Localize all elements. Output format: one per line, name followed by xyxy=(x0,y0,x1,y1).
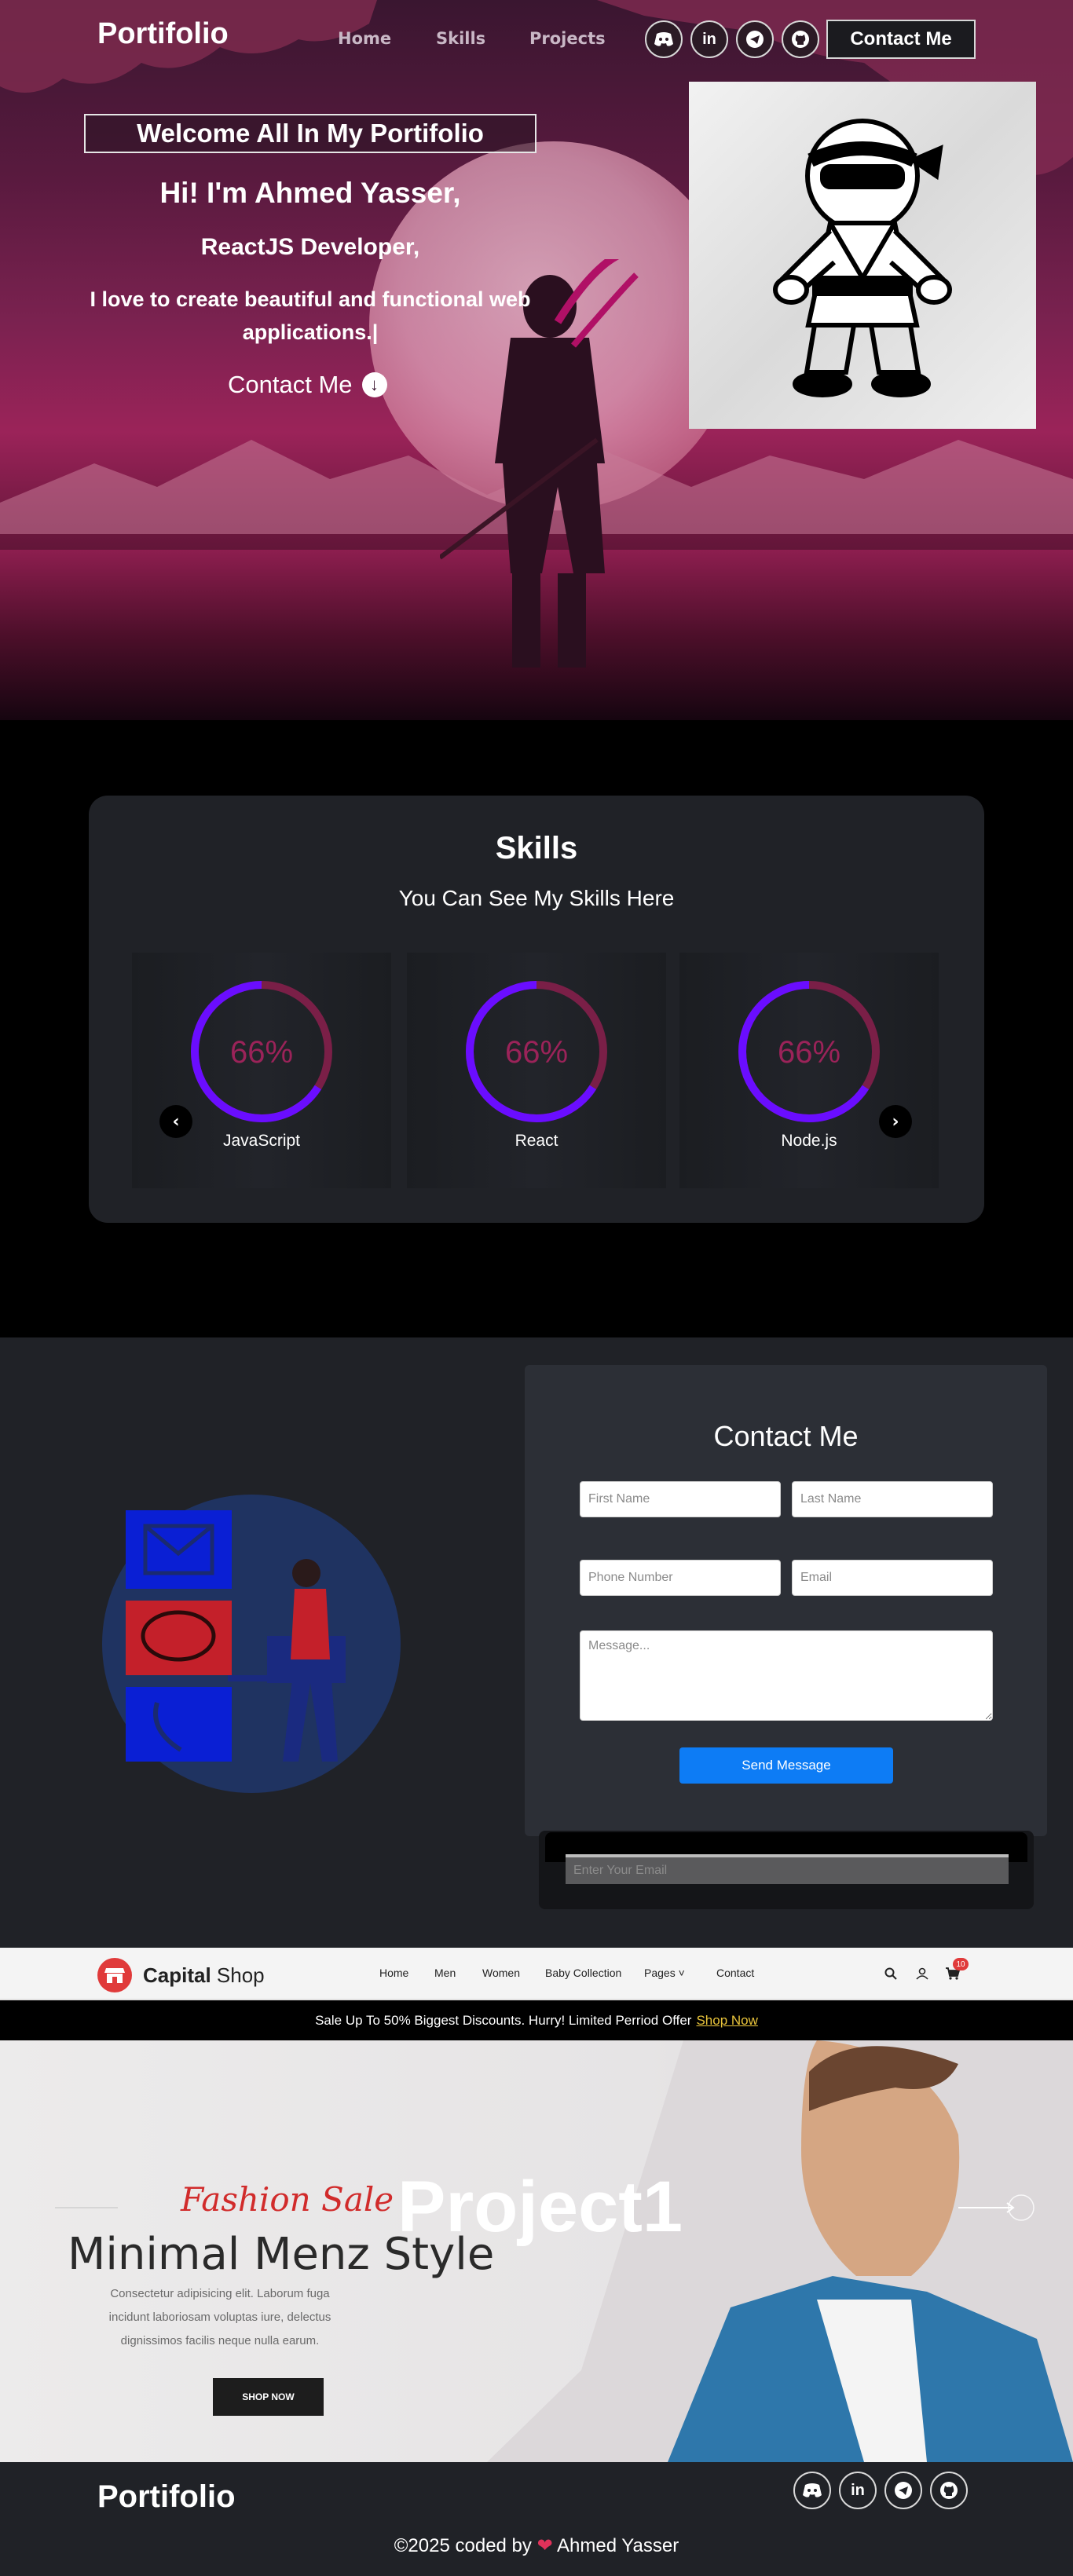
hero-banner: Fashion Sale Minimal Menz Style Consecte… xyxy=(0,2040,1073,2462)
send-message-button[interactable]: Send Message xyxy=(679,1747,893,1784)
ninja-illustration xyxy=(689,82,1036,429)
linkedin-icon[interactable]: in xyxy=(839,2472,877,2509)
sale-text: Sale Up To 50% Biggest Discounts. Hurry!… xyxy=(315,2012,692,2028)
skills-section: Skills You Can See My Skills Here 66% Ja… xyxy=(0,720,1073,1337)
email-field[interactable] xyxy=(792,1560,993,1596)
skill-item: 66% Node.js xyxy=(679,953,939,1188)
hero-tagline: I love to create beautiful and functiona… xyxy=(90,287,531,344)
nav-projects[interactable]: Projects xyxy=(529,29,606,48)
phone-field[interactable] xyxy=(580,1560,781,1596)
shop-link-men[interactable]: Men xyxy=(434,1967,456,1979)
shop-link-baby[interactable]: Baby Collection xyxy=(545,1967,621,1979)
discord-icon[interactable] xyxy=(645,20,683,58)
shop-brand-bold: Capital xyxy=(143,1963,211,1987)
shop-link-pages-label: Pages xyxy=(644,1967,676,1979)
shop-brand-light: Shop xyxy=(211,1963,265,1987)
sale-shop-now-link[interactable]: Shop Now xyxy=(696,2013,757,2029)
last-name-field[interactable] xyxy=(792,1481,993,1517)
skill-item: 66% React xyxy=(407,953,666,1188)
skills-subtitle: You Can See My Skills Here xyxy=(398,886,675,910)
banner-next-arrow[interactable] xyxy=(958,2194,1048,2221)
github-icon[interactable] xyxy=(930,2472,968,2509)
skills-title: Skills xyxy=(495,831,578,865)
shop-store-icon[interactable] xyxy=(97,1958,132,1992)
skill-percent: 66% xyxy=(229,1035,294,1070)
banner-prev-arrow[interactable] xyxy=(55,2207,118,2208)
newsletter-email-field[interactable] xyxy=(566,1854,1009,1884)
arrow-down-circle-icon: ↓ xyxy=(361,372,387,397)
copyright-name: Ahmed Yasser xyxy=(557,2535,679,2556)
heart-icon: ❤ xyxy=(536,2535,553,2556)
brand-logo[interactable]: Portifolio xyxy=(97,17,229,51)
skill-percent: 66% xyxy=(777,1035,841,1070)
welcome-banner: Welcome All In My Portifolio xyxy=(84,114,536,153)
skills-card: Skills You Can See My Skills Here 66% Ja… xyxy=(89,796,984,1223)
skill-item: 66% JavaScript xyxy=(132,953,391,1188)
project-label: Project1 xyxy=(397,2167,683,2247)
sale-bar: Sale Up To 50% Biggest Discounts. Hurry!… xyxy=(0,2000,1073,2040)
message-field[interactable] xyxy=(580,1630,993,1721)
shop-link-home[interactable]: Home xyxy=(379,1967,408,1979)
nav-skills[interactable]: Skills xyxy=(436,29,485,48)
shop-brand[interactable]: Capital Shop xyxy=(143,1963,265,1988)
user-icon[interactable] xyxy=(914,1965,931,1982)
carousel-prev-button[interactable]: ‹ xyxy=(159,1105,192,1138)
newsletter-box xyxy=(539,1831,1034,1909)
copyright: ©2025 coded by ❤ Ahmed Yasser xyxy=(0,2534,1073,2557)
hero-role: ReactJS Developer, xyxy=(200,234,420,260)
footer-brand[interactable]: Portifolio xyxy=(97,2479,236,2515)
banner-description: Consectetur adipisicing elit. Laborum fu… xyxy=(108,2287,331,2347)
github-icon[interactable] xyxy=(782,20,819,58)
discord-icon[interactable] xyxy=(793,2472,831,2509)
first-name-field[interactable] xyxy=(580,1481,781,1517)
hero-section: Portifolio Home Skills Projects in Conta… xyxy=(0,0,1073,720)
telegram-icon[interactable] xyxy=(884,2472,922,2509)
chevron-down-icon: ˅ xyxy=(678,1967,685,1979)
hero-greeting: Hi! I'm Ahmed Yasser, xyxy=(159,177,461,209)
shop-nav: Capital Shop Home Men Women Baby Collect… xyxy=(0,1948,1073,2000)
shop-link-women[interactable]: Women xyxy=(482,1967,520,1979)
footer: Portifolio in ©2025 coded by ❤ Ahmed Yas… xyxy=(0,2462,1073,2576)
hero-contact-link[interactable]: Contact Me ↓ xyxy=(228,369,387,401)
telegram-icon[interactable] xyxy=(736,20,774,58)
skill-percent: 66% xyxy=(504,1035,569,1070)
shop-link-pages[interactable]: Pages ˅ xyxy=(644,1967,685,1979)
model-photo xyxy=(487,2040,1073,2462)
contact-title: Contact Me xyxy=(713,1420,859,1452)
skill-name: React xyxy=(515,1132,558,1150)
linkedin-icon[interactable]: in xyxy=(690,20,728,58)
carousel-next-button[interactable]: › xyxy=(879,1105,912,1138)
hero-contact-label: Contact Me xyxy=(228,371,353,398)
cart-count-badge: 10 xyxy=(953,1958,969,1970)
contact-me-button[interactable]: Contact Me xyxy=(826,20,976,59)
shop-now-button[interactable]: SHOP NOW xyxy=(213,2378,324,2416)
main-nav: Portifolio Home Skills Projects in Conta… xyxy=(0,0,1073,79)
contact-section: Contact Me Send Message xyxy=(0,1337,1073,1948)
fashion-sale-label: Fashion Sale xyxy=(181,2180,394,2219)
copyright-prefix: ©2025 coded by xyxy=(394,2535,532,2556)
project-section: Capital Shop Home Men Women Baby Collect… xyxy=(0,1948,1073,2462)
search-icon[interactable] xyxy=(882,1965,899,1982)
contact-form-card: Contact Me Send Message xyxy=(525,1365,1047,1836)
nav-home[interactable]: Home xyxy=(338,29,391,48)
shop-link-contact[interactable]: Contact xyxy=(716,1967,754,1979)
contact-illustration xyxy=(102,1495,401,1793)
